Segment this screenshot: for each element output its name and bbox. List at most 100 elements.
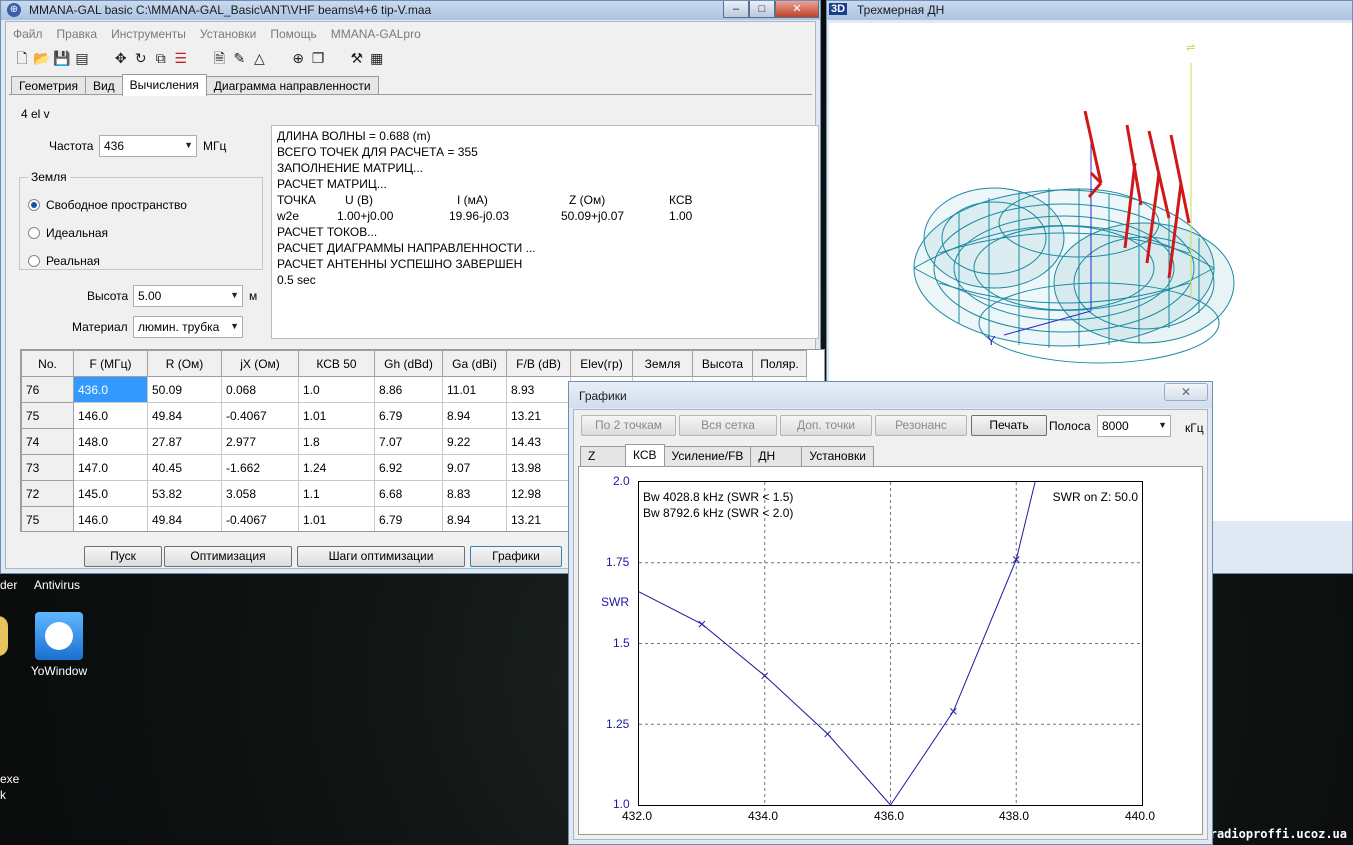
save-icon[interactable]: 💾 xyxy=(52,48,72,68)
tab-gain-fb[interactable]: Усиление/FB xyxy=(663,446,752,466)
column-header[interactable]: КСВ 50 xyxy=(298,350,375,377)
open-folder-icon[interactable]: 📂 xyxy=(32,48,52,68)
table-cell[interactable]: 6.79 xyxy=(374,506,443,531)
move-icon[interactable]: ✥ xyxy=(111,48,131,68)
table-cell[interactable]: 1.01 xyxy=(298,402,375,429)
table-cell[interactable]: 6.79 xyxy=(374,402,443,429)
table-cell[interactable]: 0.068 xyxy=(221,376,299,403)
document-icon[interactable]: 🗎 xyxy=(209,48,229,68)
table-cell[interactable]: 75 xyxy=(21,506,74,531)
table-cell[interactable]: 72 xyxy=(21,480,74,507)
table-cell[interactable]: 6.68 xyxy=(374,480,443,507)
optimization-steps-button[interactable]: Шаги оптимизации xyxy=(297,546,465,567)
main-titlebar[interactable]: ⊕ MMANA-GAL basic C:\MMANA-GAL_Basic\ANT… xyxy=(1,1,820,20)
table-cell[interactable]: 146.0 xyxy=(73,402,148,429)
table-cell[interactable]: 1.0 xyxy=(298,376,375,403)
table-cell[interactable]: 50.09 xyxy=(147,376,222,403)
desktop-label-fragment[interactable]: der xyxy=(0,578,17,592)
table-cell[interactable]: 74 xyxy=(21,428,74,455)
scale-icon[interactable]: ⧉ xyxy=(151,48,171,68)
column-header[interactable]: Ga (dBi) xyxy=(442,350,507,377)
table-cell[interactable]: 7.07 xyxy=(374,428,443,455)
graphs-button[interactable]: Графики xyxy=(470,546,562,567)
triangle-icon[interactable]: △ xyxy=(249,48,269,68)
menu-tools[interactable]: Инструменты xyxy=(104,24,193,44)
column-header[interactable]: Elev(гр) xyxy=(570,350,633,377)
table-cell[interactable]: 9.22 xyxy=(442,428,507,455)
swr-plot[interactable]: Bw 4028.8 kHz (SWR < 1.5) Bw 8792.6 kHz … xyxy=(638,481,1143,806)
tab-pattern[interactable]: Диаграмма направленности xyxy=(205,76,379,96)
table-cell[interactable]: 1.8 xyxy=(298,428,375,455)
graphs-titlebar[interactable]: Графики ✕ xyxy=(569,382,1212,408)
table-cell[interactable]: 145.0 xyxy=(73,480,148,507)
table-cell[interactable]: 27.87 xyxy=(147,428,222,455)
new-file-icon[interactable]: 🗋 xyxy=(12,48,32,68)
ground-real-radio[interactable]: Реальная xyxy=(28,254,100,268)
menu-help[interactable]: Помощь xyxy=(263,24,323,44)
table-cell[interactable]: 13.98 xyxy=(506,454,571,481)
ground-free-space-radio[interactable]: Свободное пространство xyxy=(28,198,187,212)
column-header[interactable]: F/B (dB) xyxy=(506,350,571,377)
menu-settings[interactable]: Установки xyxy=(193,24,263,44)
column-header[interactable]: Высота xyxy=(692,350,753,377)
tab-view[interactable]: Вид xyxy=(84,76,123,96)
rotate-icon[interactable]: ↻ xyxy=(131,48,151,68)
band-combo[interactable]: 8000 ▼ xyxy=(1097,415,1171,437)
table-cell[interactable]: 53.82 xyxy=(147,480,222,507)
table-cell[interactable]: 49.84 xyxy=(147,402,222,429)
column-header[interactable]: R (Ом) xyxy=(147,350,222,377)
extra-points-button[interactable]: Доп. точки xyxy=(780,415,872,436)
table-cell[interactable]: 12.98 xyxy=(506,480,571,507)
table-cell[interactable]: 40.45 xyxy=(147,454,222,481)
table-cell[interactable]: 2.977 xyxy=(221,428,299,455)
frequency-combo[interactable]: 436 ▼ xyxy=(99,135,197,157)
table-cell[interactable]: -0.4067 xyxy=(221,506,299,531)
calculator-icon[interactable]: ▦ xyxy=(367,48,387,68)
target-icon[interactable]: ⊕ xyxy=(288,48,308,68)
copy-icon[interactable]: ❐ xyxy=(308,48,328,68)
table-cell[interactable]: 8.86 xyxy=(374,376,443,403)
desktop-icon-partial[interactable] xyxy=(0,616,8,656)
tab-pattern[interactable]: ДН xyxy=(750,446,803,466)
desktop-icon-yowindow[interactable]: YoWindow xyxy=(30,612,88,678)
ground-perfect-radio[interactable]: Идеальная xyxy=(28,226,108,240)
table-cell[interactable]: 146.0 xyxy=(73,506,148,531)
full-grid-button[interactable]: Вся сетка xyxy=(679,415,777,436)
column-header[interactable]: Поляр. xyxy=(752,350,807,377)
column-header[interactable]: Gh (dBd) xyxy=(374,350,443,377)
table-cell[interactable]: 8.93 xyxy=(506,376,571,403)
column-header[interactable]: F (МГц) xyxy=(73,350,148,377)
menu-pro[interactable]: MMANA-GALpro xyxy=(324,24,428,44)
table-cell[interactable]: 73 xyxy=(21,454,74,481)
tab-z[interactable]: Z xyxy=(580,446,626,466)
two-points-button[interactable]: По 2 точкам xyxy=(581,415,676,436)
menu-file[interactable]: Файл xyxy=(6,24,50,44)
run-button[interactable]: Пуск xyxy=(84,546,162,567)
edit-icon[interactable]: ✎ xyxy=(229,48,249,68)
resonance-button[interactable]: Резонанс xyxy=(875,415,967,436)
table-cell[interactable]: 436.0 xyxy=(73,376,148,403)
graphs-close-button[interactable]: ✕ xyxy=(1164,383,1208,401)
table-cell[interactable]: 147.0 xyxy=(73,454,148,481)
column-header[interactable]: No. xyxy=(21,350,74,377)
table-cell[interactable]: 11.01 xyxy=(442,376,507,403)
tab-geometry[interactable]: Геометрия xyxy=(11,76,86,96)
3d-titlebar[interactable]: 3D Трехмерная ДН xyxy=(827,1,1352,20)
menu-edit[interactable]: Правка xyxy=(50,24,105,44)
table-cell[interactable]: 49.84 xyxy=(147,506,222,531)
table-cell[interactable]: 148.0 xyxy=(73,428,148,455)
maximize-button[interactable]: □ xyxy=(749,1,775,18)
tools-icon[interactable]: ⚒ xyxy=(347,48,367,68)
table-cell[interactable]: 14.43 xyxy=(506,428,571,455)
tab-calculation[interactable]: Вычисления xyxy=(121,74,207,96)
properties-icon[interactable]: ▤ xyxy=(72,48,92,68)
height-combo[interactable]: 5.00 ▼ xyxy=(133,285,243,307)
print-button[interactable]: Печать xyxy=(971,415,1047,436)
optimization-button[interactable]: Оптимизация xyxy=(164,546,292,567)
table-cell[interactable]: 13.21 xyxy=(506,506,571,531)
desktop-label-fragment[interactable]: k xyxy=(0,788,6,802)
desktop-label-fragment[interactable]: exe xyxy=(0,772,19,786)
table-cell[interactable]: 1.24 xyxy=(298,454,375,481)
table-cell[interactable]: 13.21 xyxy=(506,402,571,429)
table-cell[interactable]: 9.07 xyxy=(442,454,507,481)
